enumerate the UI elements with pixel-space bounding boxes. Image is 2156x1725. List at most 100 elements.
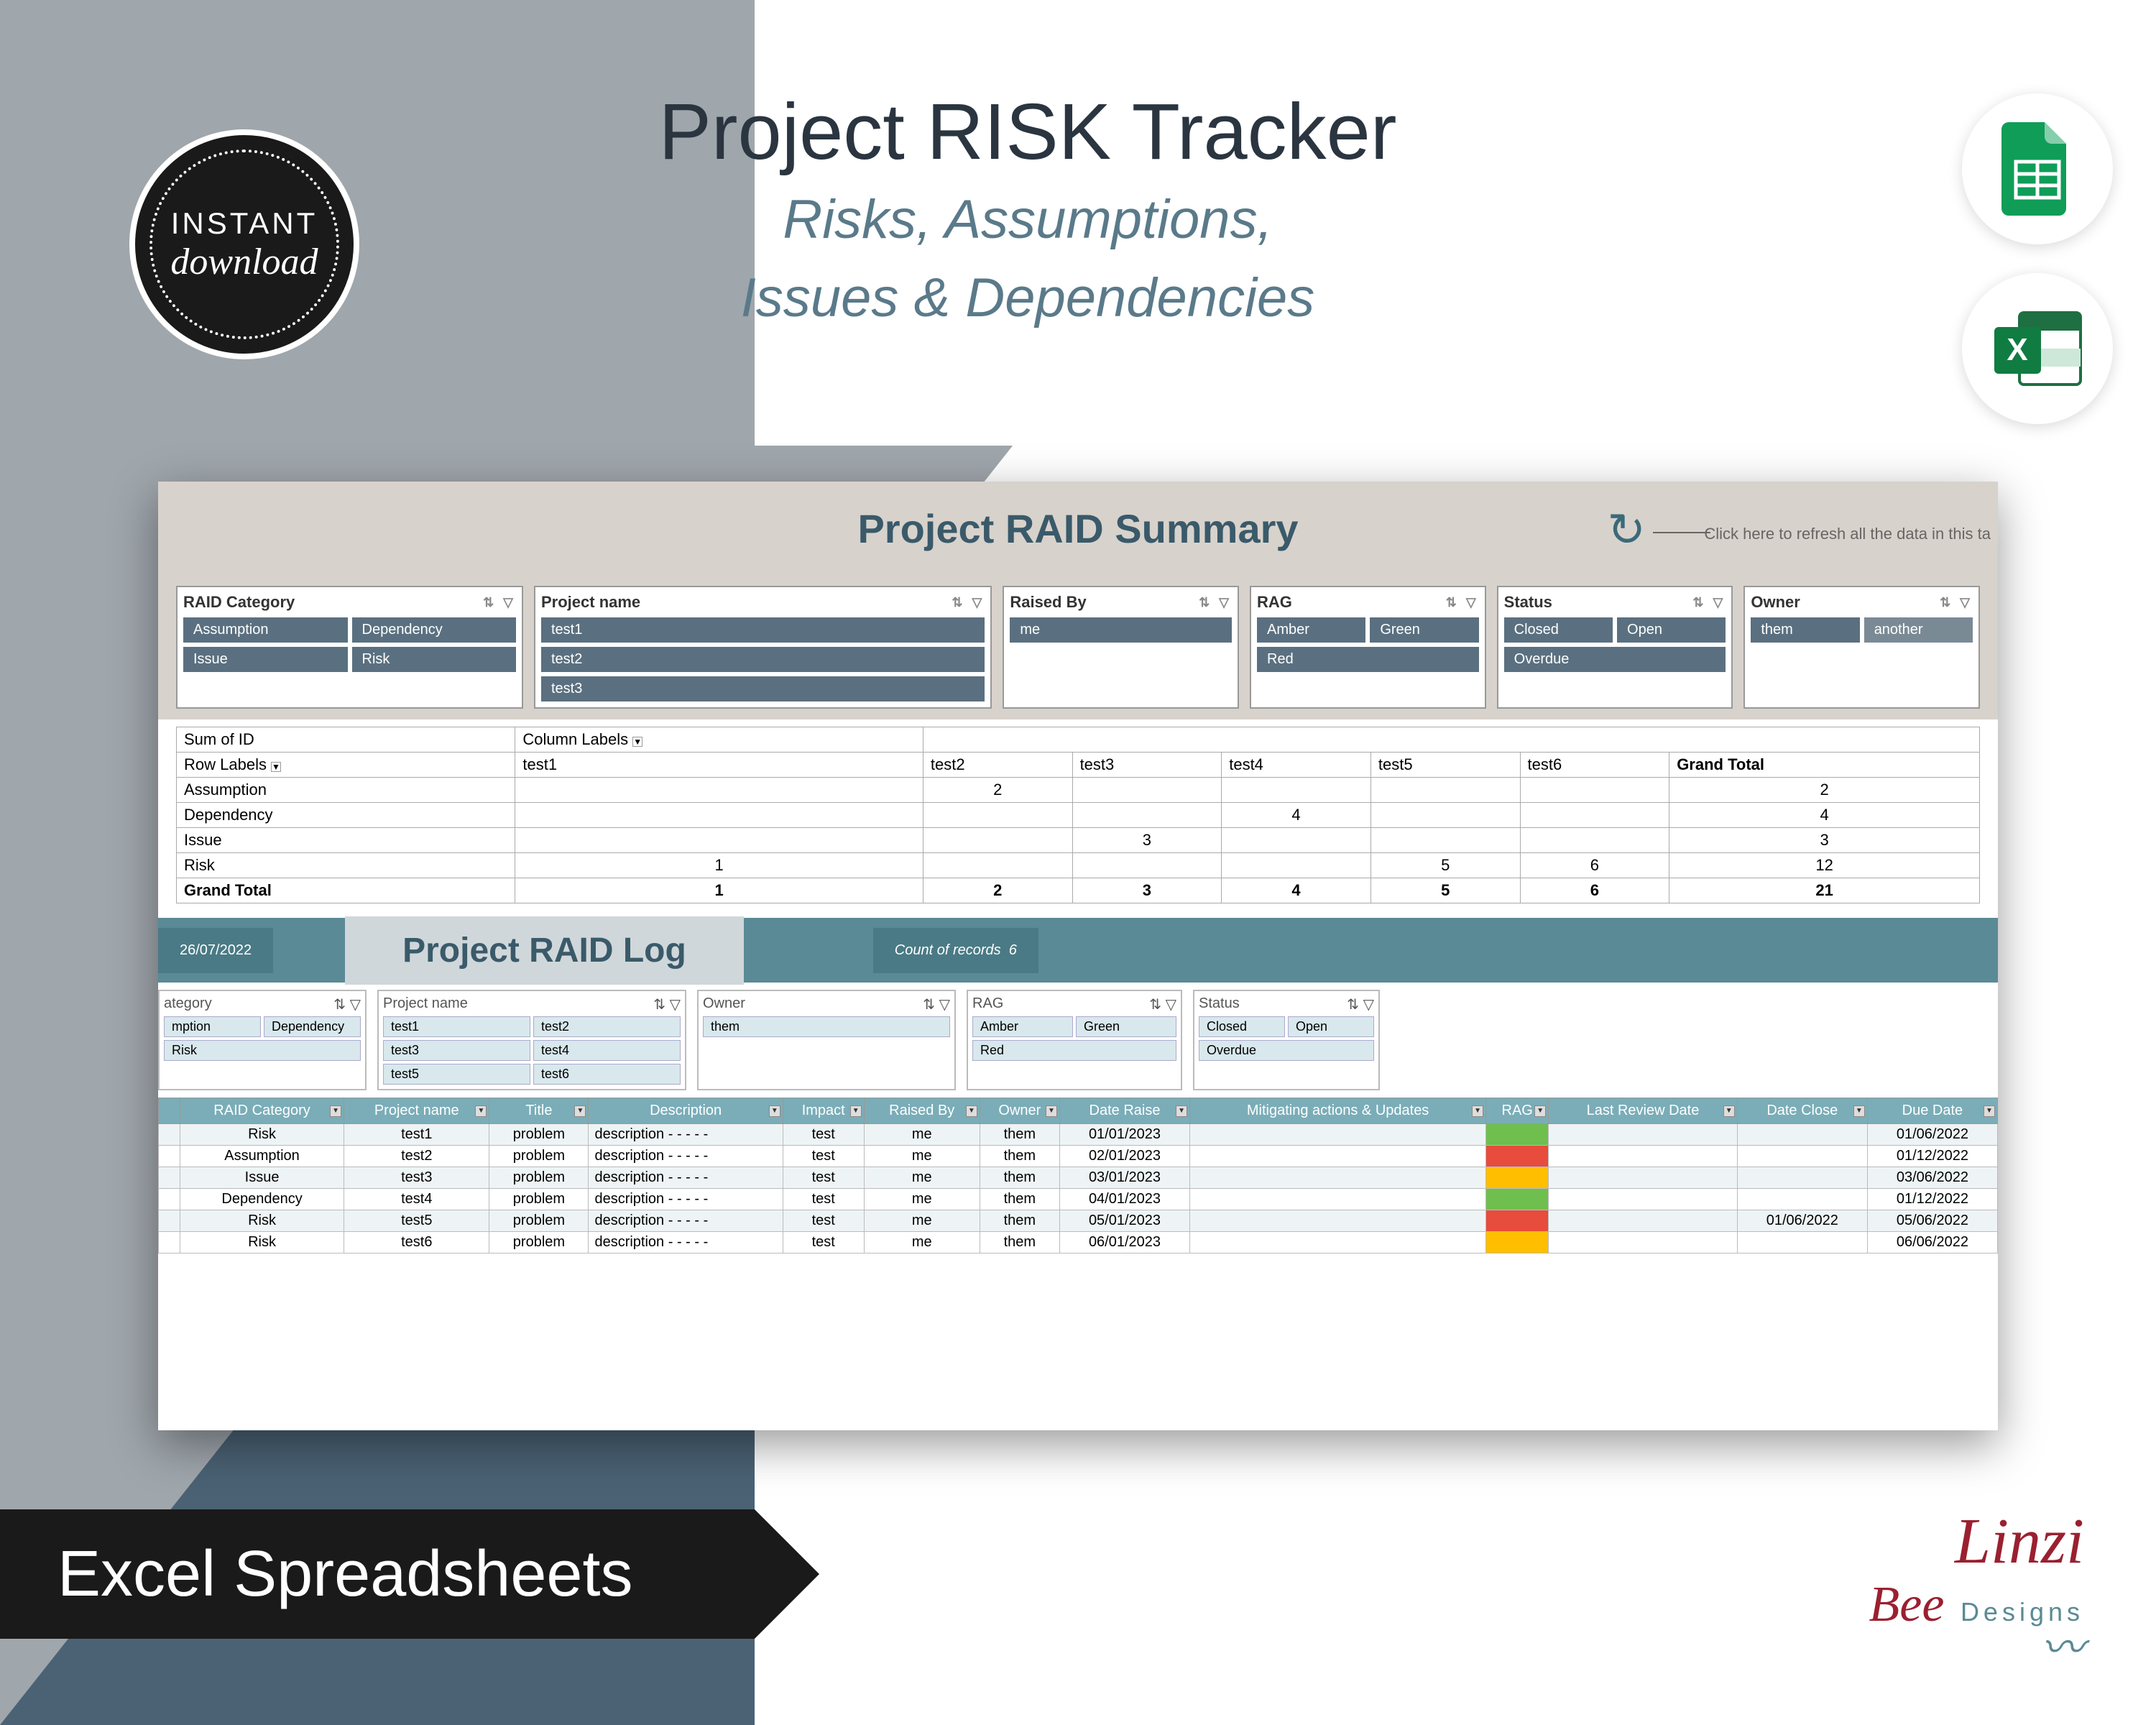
slicer-item[interactable]: them xyxy=(703,1016,950,1037)
refresh-icon[interactable]: ↻ xyxy=(1607,503,1646,557)
slicer-item[interactable]: Green xyxy=(1076,1016,1176,1037)
slicer-controls-icon[interactable]: ⇅ ▽ xyxy=(653,995,681,1013)
filter-dropdown-icon[interactable]: ▼ xyxy=(966,1105,977,1117)
slicer-controls-icon[interactable]: ⇅ ▽ xyxy=(333,995,361,1013)
slicer-item[interactable]: test3 xyxy=(541,676,985,702)
slicer-item[interactable]: Risk xyxy=(352,647,517,672)
subtitle-1: Risks, Assumptions, xyxy=(489,185,1567,256)
slicer-controls-icon[interactable]: ⇅ ▽ xyxy=(1940,595,1973,610)
slicer-item[interactable]: Assumption xyxy=(183,617,348,643)
slicer-item[interactable]: Red xyxy=(1257,647,1479,672)
column-header[interactable]: RAID Category▼ xyxy=(180,1098,344,1124)
column-header[interactable]: Date Close▼ xyxy=(1737,1098,1867,1124)
slicer-item[interactable]: test1 xyxy=(383,1016,530,1037)
column-header[interactable]: Impact▼ xyxy=(783,1098,864,1124)
page-title: Project RISK Tracker xyxy=(489,86,1567,178)
slicer-item[interactable]: Green xyxy=(1370,617,1478,643)
filter-dropdown-icon[interactable]: ▼ xyxy=(1046,1105,1057,1117)
table-row[interactable]: Issuetest3problemdescription - - - - -te… xyxy=(159,1167,1998,1189)
instant-download-badge: INSTANT download xyxy=(129,129,359,359)
slicer-item[interactable]: test2 xyxy=(541,647,985,672)
slicer-item[interactable]: me xyxy=(1010,617,1232,643)
filter-dropdown-icon[interactable]: ▼ xyxy=(475,1105,487,1117)
slicer-controls-icon[interactable]: ⇅ ▽ xyxy=(483,595,516,610)
slicer-cat[interactable]: RAID Category⇅ ▽AssumptionDependencyIssu… xyxy=(176,586,523,709)
slicer-controls-icon[interactable]: ⇅ ▽ xyxy=(1149,995,1176,1013)
table-row[interactable]: Dependencytest4problemdescription - - - … xyxy=(159,1189,1998,1210)
swoosh-icon: 〰 xyxy=(1869,1629,2084,1668)
slicer-item[interactable]: Issue xyxy=(183,647,348,672)
log-slicer-status[interactable]: Status⇅ ▽ClosedOpenOverdue xyxy=(1193,990,1380,1090)
column-header[interactable]: Raised By▼ xyxy=(864,1098,980,1124)
slicer-proj[interactable]: Project name⇅ ▽test1test2test3 xyxy=(534,586,992,709)
app-icons: X xyxy=(1962,93,2113,424)
table-row[interactable]: Assumptiontest2problemdescription - - - … xyxy=(159,1146,1998,1167)
slicer-item[interactable]: them xyxy=(1751,617,1859,643)
slicer-item[interactable]: Open xyxy=(1288,1016,1374,1037)
filter-dropdown-icon[interactable]: ▼ xyxy=(1723,1105,1735,1117)
filter-dropdown-icon[interactable]: ▼ xyxy=(769,1105,780,1117)
slicer-item[interactable]: test1 xyxy=(541,617,985,643)
slicer-item[interactable]: Dependency xyxy=(352,617,517,643)
table-row[interactable]: Risktest1problemdescription - - - - -tes… xyxy=(159,1124,1998,1146)
slicer-item[interactable]: Amber xyxy=(972,1016,1073,1037)
column-header[interactable]: Last Review Date▼ xyxy=(1549,1098,1738,1124)
filter-dropdown-icon[interactable]: ▼ xyxy=(574,1105,586,1117)
slicer-item[interactable]: mption xyxy=(164,1016,261,1037)
pivot-table: Sum of IDColumn Labels▼Row Labels▼test1t… xyxy=(158,719,1998,918)
slicer-controls-icon[interactable]: ⇅ ▽ xyxy=(1347,995,1374,1013)
log-slicer-proj[interactable]: Project name⇅ ▽test1test2test3test4test5… xyxy=(377,990,686,1090)
filter-dropdown-icon[interactable]: ▼ xyxy=(1534,1105,1546,1117)
filter-dropdown-icon[interactable]: ▼ xyxy=(1984,1105,1995,1117)
column-header[interactable]: Mitigating actions & Updates▼ xyxy=(1190,1098,1486,1124)
rag-cell xyxy=(1486,1232,1549,1254)
filter-dropdown-icon[interactable]: ▼ xyxy=(850,1105,862,1117)
column-header[interactable]: Project name▼ xyxy=(344,1098,489,1124)
rag-cell xyxy=(1486,1189,1549,1210)
log-header: 26/07/2022 Project RAID Log Count of rec… xyxy=(158,918,1998,983)
slicer-status[interactable]: Status⇅ ▽ClosedOpenOverdue xyxy=(1497,586,1733,709)
log-slicer-rag[interactable]: RAG⇅ ▽AmberGreenRed xyxy=(967,990,1182,1090)
column-header[interactable]: RAG▼ xyxy=(1486,1098,1549,1124)
filter-dropdown-icon[interactable]: ▼ xyxy=(1472,1105,1483,1117)
slicer-controls-icon[interactable]: ⇅ ▽ xyxy=(952,595,985,610)
slicer-controls-icon[interactable]: ⇅ ▽ xyxy=(923,995,950,1013)
slicer-item[interactable]: test4 xyxy=(533,1040,681,1061)
slicer-item[interactable]: Closed xyxy=(1504,617,1613,643)
filter-dropdown-icon[interactable]: ▼ xyxy=(1853,1105,1865,1117)
slicer-item[interactable]: another xyxy=(1864,617,1973,643)
slicer-item[interactable]: Overdue xyxy=(1199,1040,1374,1061)
filter-dropdown-icon[interactable]: ▼ xyxy=(330,1105,341,1117)
column-header[interactable]: Date Raise▼ xyxy=(1059,1098,1189,1124)
slicer-owner[interactable]: Owner⇅ ▽themanother xyxy=(1743,586,1980,709)
slicer-controls-icon[interactable]: ⇅ ▽ xyxy=(1199,595,1232,610)
log-slicer-cat[interactable]: ategory⇅ ▽mptionDependencyRisk xyxy=(158,990,367,1090)
column-header[interactable]: Owner▼ xyxy=(980,1098,1059,1124)
svg-text:X: X xyxy=(2007,332,2027,367)
log-count: Count of records 6 xyxy=(873,928,1038,973)
slicer-item[interactable]: Closed xyxy=(1199,1016,1285,1037)
slicer-item[interactable]: test2 xyxy=(533,1016,681,1037)
slicer-item[interactable]: Overdue xyxy=(1504,647,1726,672)
rag-cell xyxy=(1486,1124,1549,1146)
slicer-item[interactable]: Open xyxy=(1617,617,1726,643)
slicer-raised[interactable]: Raised By⇅ ▽me xyxy=(1003,586,1239,709)
slicer-rag[interactable]: RAG⇅ ▽AmberGreenRed xyxy=(1250,586,1486,709)
column-header[interactable]: Title▼ xyxy=(489,1098,589,1124)
slicer-item[interactable]: Dependency xyxy=(264,1016,361,1037)
column-header[interactable]: Due Date▼ xyxy=(1867,1098,1997,1124)
table-row[interactable]: Risktest5problemdescription - - - - -tes… xyxy=(159,1210,1998,1232)
slicer-item[interactable]: test6 xyxy=(533,1064,681,1085)
column-header[interactable]: Description▼ xyxy=(589,1098,783,1124)
filter-dropdown-icon[interactable]: ▼ xyxy=(1176,1105,1187,1117)
slicer-item[interactable]: Amber xyxy=(1257,617,1365,643)
table-row[interactable]: Risktest6problemdescription - - - - -tes… xyxy=(159,1232,1998,1254)
log-slicer-owner[interactable]: Owner⇅ ▽them xyxy=(697,990,956,1090)
slicer-controls-icon[interactable]: ⇅ ▽ xyxy=(1692,595,1726,610)
slicer-item[interactable]: test3 xyxy=(383,1040,530,1061)
slicer-item[interactable]: Risk xyxy=(164,1040,361,1061)
banner-arrow xyxy=(755,1509,819,1639)
slicer-item[interactable]: Red xyxy=(972,1040,1176,1061)
slicer-controls-icon[interactable]: ⇅ ▽ xyxy=(1446,595,1479,610)
slicer-item[interactable]: test5 xyxy=(383,1064,530,1085)
